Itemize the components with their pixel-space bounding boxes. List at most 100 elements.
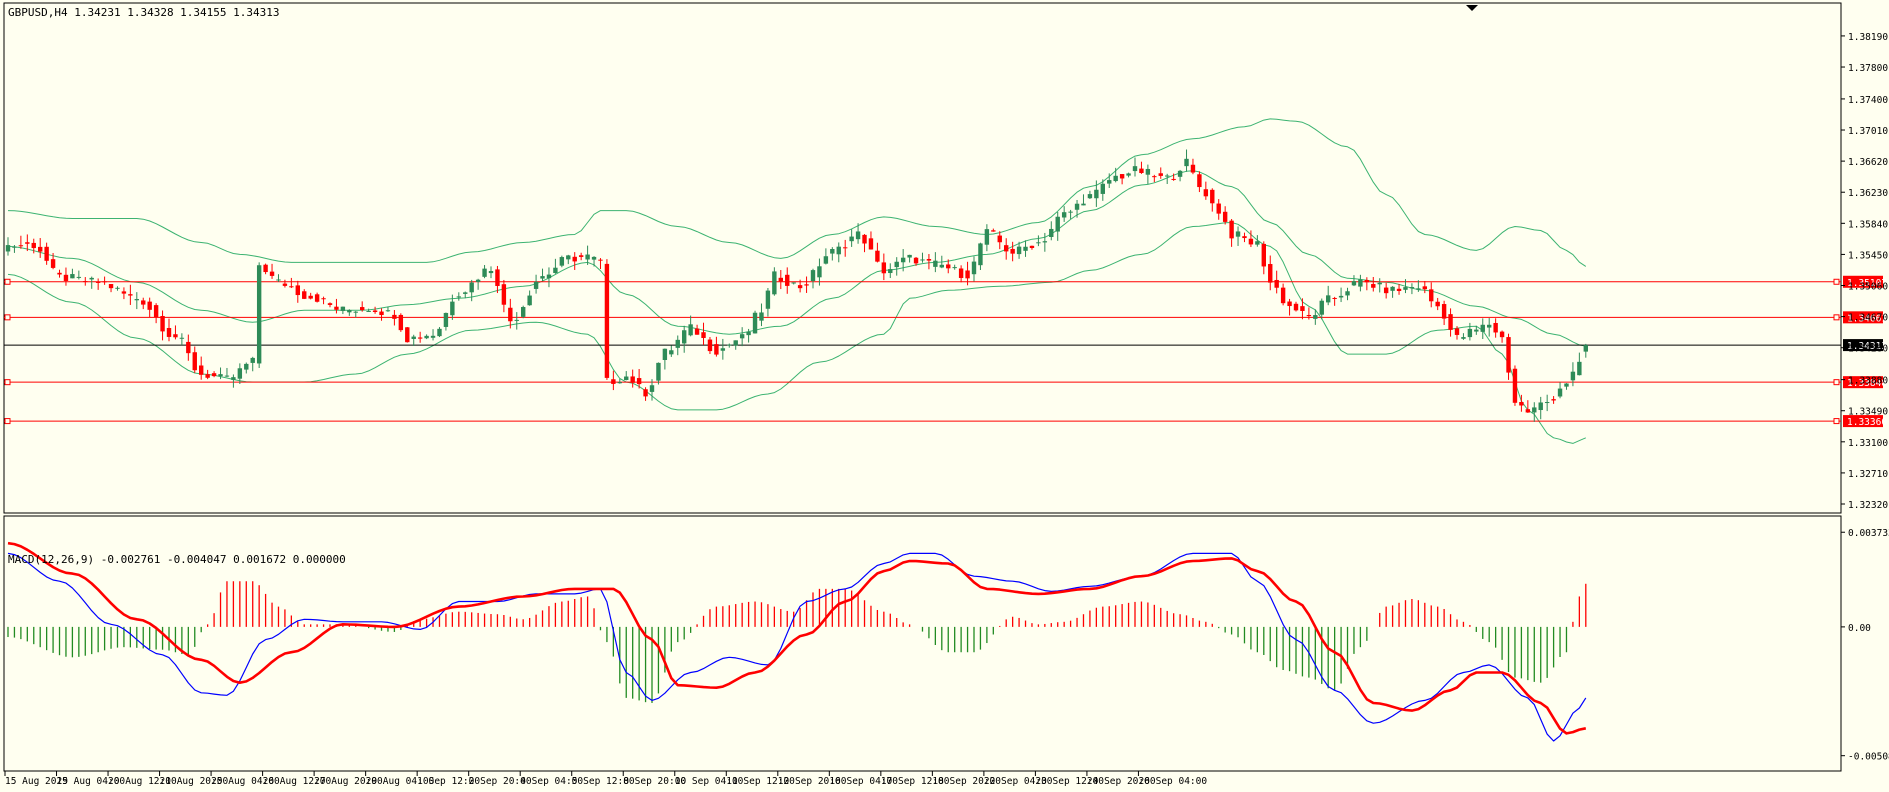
candle-body	[508, 307, 513, 322]
candle-body	[694, 328, 700, 335]
candle-body	[186, 341, 191, 354]
candle-body	[1506, 337, 1511, 373]
price-axis-label: 1.35840	[1848, 219, 1888, 230]
candle-body	[958, 268, 964, 278]
candle-body	[456, 296, 461, 298]
candle-body	[411, 336, 416, 339]
candle-body	[282, 283, 288, 286]
candle-body	[218, 374, 223, 377]
candle-body	[192, 352, 197, 371]
candle-body	[424, 335, 429, 339]
candle-body	[1139, 168, 1144, 174]
candle-body	[514, 319, 519, 321]
candle-body	[546, 274, 552, 279]
candle-body	[1061, 212, 1067, 218]
candle-body	[540, 276, 545, 279]
candle-body	[1557, 388, 1563, 397]
candle-body	[1132, 166, 1138, 172]
candle-body	[302, 291, 307, 299]
candle-body	[437, 328, 442, 337]
candle-body	[244, 363, 249, 370]
candle-body	[1532, 407, 1537, 413]
candle-body	[1313, 315, 1318, 319]
candle-body	[1390, 286, 1395, 291]
candle-body	[18, 245, 24, 247]
candle-body	[733, 340, 738, 346]
candle-body	[1519, 401, 1524, 406]
candle-body	[1107, 180, 1112, 184]
candle-body	[321, 298, 326, 300]
candle-body	[1499, 331, 1505, 338]
candle-body	[1210, 189, 1215, 204]
chart-root[interactable]: 1.351071.346611.343131.338481.33360 1.38…	[0, 0, 1889, 792]
candle-body	[649, 385, 655, 392]
candle-body	[269, 271, 275, 276]
price-axis-label: 1.32320	[1848, 500, 1888, 511]
candle-body	[894, 261, 899, 268]
candle-body	[134, 299, 139, 301]
candle-body	[295, 285, 300, 296]
price-axis-label: 1.34280	[1848, 344, 1888, 355]
candle-body	[372, 310, 378, 313]
candle-body	[379, 311, 384, 316]
candle-body	[1119, 174, 1125, 179]
candle-body	[1055, 216, 1060, 232]
candle-body	[334, 306, 339, 310]
candle-body	[1364, 280, 1370, 283]
candle-body	[1564, 383, 1569, 387]
candle-body	[430, 335, 436, 338]
candle-body	[166, 327, 172, 337]
candle-body	[630, 376, 635, 383]
candle-body	[662, 348, 668, 360]
candle-body	[1280, 287, 1286, 304]
candle-body	[527, 295, 532, 306]
price-axis-label: 1.33100	[1848, 438, 1888, 449]
candle-body	[1177, 170, 1183, 177]
candle-body	[1216, 203, 1221, 214]
candle-body	[624, 376, 629, 381]
candle-body	[714, 344, 719, 355]
candle-body	[900, 257, 906, 263]
candle-body	[553, 267, 558, 274]
candle-body	[153, 305, 159, 318]
candle-body	[907, 254, 912, 258]
candle-body	[888, 269, 893, 274]
level-left-marker	[4, 278, 11, 285]
candle-body	[385, 310, 391, 312]
candle-body	[1538, 402, 1543, 411]
candle-body	[463, 292, 468, 294]
candle-body	[1358, 279, 1363, 287]
candle-body	[160, 315, 165, 332]
candle-body	[263, 264, 268, 273]
candle-body	[450, 301, 455, 316]
candle-body	[746, 331, 751, 336]
candle-body	[791, 282, 796, 284]
candle-body	[1087, 194, 1093, 199]
candle-body	[63, 274, 69, 281]
candle-body	[675, 339, 680, 348]
candle-body	[250, 357, 255, 363]
candle-body	[1409, 287, 1415, 289]
candle-body	[417, 337, 423, 339]
candle-body	[1293, 303, 1299, 311]
candle-body	[1493, 322, 1498, 333]
candle-body	[1441, 304, 1447, 319]
level-left-marker	[4, 379, 11, 386]
candle-body	[946, 264, 951, 269]
candle-body	[38, 246, 43, 252]
candle-body	[1184, 158, 1189, 167]
candle-body	[475, 279, 481, 282]
candle-body	[102, 281, 107, 283]
price-axis-label: 1.37400	[1848, 95, 1888, 106]
candle-body	[1467, 328, 1473, 338]
candle-body	[147, 301, 152, 310]
candle-body	[965, 270, 970, 279]
candle-body	[83, 281, 88, 283]
candle-body	[366, 310, 371, 312]
candle-body	[1345, 291, 1350, 296]
candle-body	[1235, 231, 1241, 237]
candle-body	[810, 270, 816, 281]
candle-body	[1049, 228, 1054, 237]
candle-body	[1416, 288, 1421, 290]
candle-body	[759, 312, 764, 321]
